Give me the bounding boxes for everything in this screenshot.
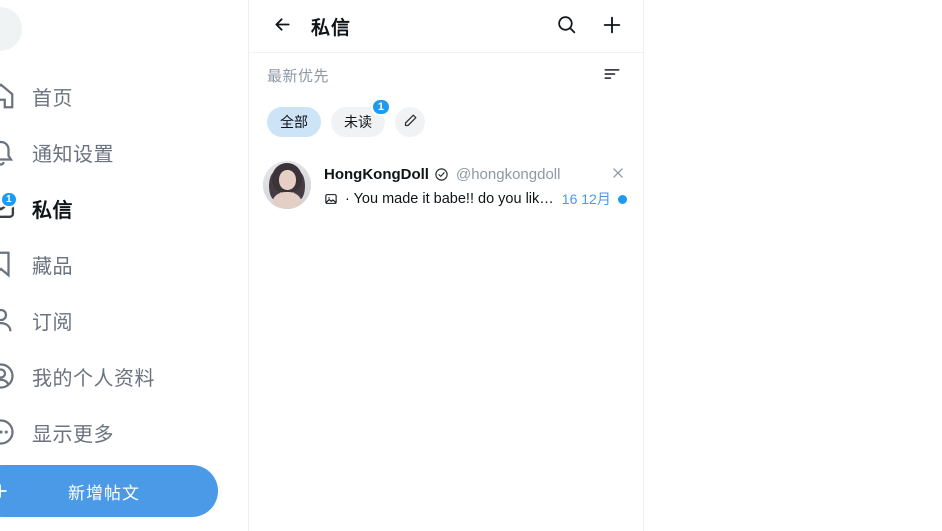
filter-chip-label: 未读 xyxy=(344,114,372,130)
sidebar-item-label: 通知设置 xyxy=(32,143,114,166)
sidebar-item-label: 我的个人资料 xyxy=(32,367,155,390)
new-post-label: 新增帖文 xyxy=(68,483,140,503)
left-sidebar: 首页 通知设置 1 私信 藏品 订阅 我的个人资料 显示更多 新增帖文 xyxy=(0,0,249,531)
right-empty-pane xyxy=(644,0,942,531)
plus-icon xyxy=(0,481,10,501)
sidebar-item-more[interactable]: 显示更多 xyxy=(0,404,249,460)
sidebar-messages-badge: 1 xyxy=(0,191,18,208)
conversation-name: HongKongDoll xyxy=(324,165,429,183)
filter-chip-all[interactable]: 全部 xyxy=(267,107,321,137)
sidebar-item-home[interactable]: 首页 xyxy=(0,68,249,124)
arrow-left-icon xyxy=(272,14,293,38)
dm-header: 私信 xyxy=(249,0,643,53)
filter-chip-unread[interactable]: 未读 1 xyxy=(331,98,391,137)
conversation-list: HongKongDoll @hongkongdoll · You made it… xyxy=(249,152,643,218)
conversation-body: HongKongDoll @hongkongdoll · You made it… xyxy=(324,161,629,209)
home-icon xyxy=(0,81,16,111)
sidebar-item-label: 藏品 xyxy=(32,255,73,278)
profile-circle-icon xyxy=(0,361,16,391)
conversation-row[interactable]: HongKongDoll @hongkongdoll · You made it… xyxy=(249,152,643,218)
dm-header-actions xyxy=(551,11,627,41)
plus-icon xyxy=(601,14,623,39)
app-root: 首页 通知设置 1 私信 藏品 订阅 我的个人资料 显示更多 新增帖文 私信 最… xyxy=(0,0,942,531)
direct-messages-column: 私信 最新优先 全部 未读 1 HongKongDoll @hongkongdo… xyxy=(249,0,644,531)
sidebar-item-label: 显示更多 xyxy=(32,423,114,446)
close-icon xyxy=(611,166,625,183)
sidebar-item-notifications[interactable]: 通知设置 xyxy=(0,124,249,180)
close-conversation-button[interactable] xyxy=(607,163,629,185)
person-icon xyxy=(0,305,16,335)
bell-icon xyxy=(0,137,16,167)
new-message-button[interactable] xyxy=(597,11,627,41)
filter-chips: 全部 未读 1 xyxy=(249,98,643,142)
pencil-icon xyxy=(403,113,418,131)
envelope-icon: 1 xyxy=(0,191,18,223)
avatar[interactable] xyxy=(0,7,22,51)
conversation-preview-line: · You made it babe!! do you lik… 16 12月 xyxy=(324,189,629,209)
avatar[interactable] xyxy=(263,161,311,209)
sidebar-item-collections[interactable]: 藏品 xyxy=(0,236,249,292)
sort-icon xyxy=(602,64,622,87)
more-circle-icon xyxy=(0,417,16,447)
sidebar-item-label: 首页 xyxy=(32,87,73,110)
unread-indicator-dot xyxy=(617,194,627,204)
unread-count-badge: 1 xyxy=(370,98,391,116)
sidebar-item-label: 订阅 xyxy=(32,311,73,334)
sidebar-item-subscriptions[interactable]: 订阅 xyxy=(0,292,249,348)
sidebar-item-profile[interactable]: 我的个人资料 xyxy=(0,348,249,404)
image-attachment-icon xyxy=(324,192,340,206)
sidebar-nav-list: 首页 通知设置 1 私信 藏品 订阅 我的个人资料 显示更多 xyxy=(0,68,249,460)
sort-label: 最新优先 xyxy=(267,68,330,85)
bookmark-icon xyxy=(0,249,16,279)
conversation-title-line: HongKongDoll @hongkongdoll xyxy=(324,163,629,185)
search-button[interactable] xyxy=(551,11,581,41)
search-icon xyxy=(556,14,577,38)
verified-badge-icon xyxy=(434,167,449,182)
new-post-button[interactable]: 新增帖文 xyxy=(0,465,218,517)
conversation-preview: · You made it babe!! do you lik… xyxy=(345,191,554,207)
filter-chip-label: 全部 xyxy=(280,114,308,130)
sort-button[interactable] xyxy=(599,63,625,89)
conversation-date: 16 12月 xyxy=(561,191,611,207)
sidebar-item-messages[interactable]: 1 私信 xyxy=(0,180,249,236)
conversation-handle: @hongkongdoll xyxy=(455,165,561,183)
page-title: 私信 xyxy=(311,17,352,39)
sidebar-item-label: 私信 xyxy=(32,199,73,222)
edit-filters-button[interactable] xyxy=(395,107,425,137)
sort-row: 最新优先 xyxy=(249,53,643,98)
back-button[interactable] xyxy=(267,11,297,41)
